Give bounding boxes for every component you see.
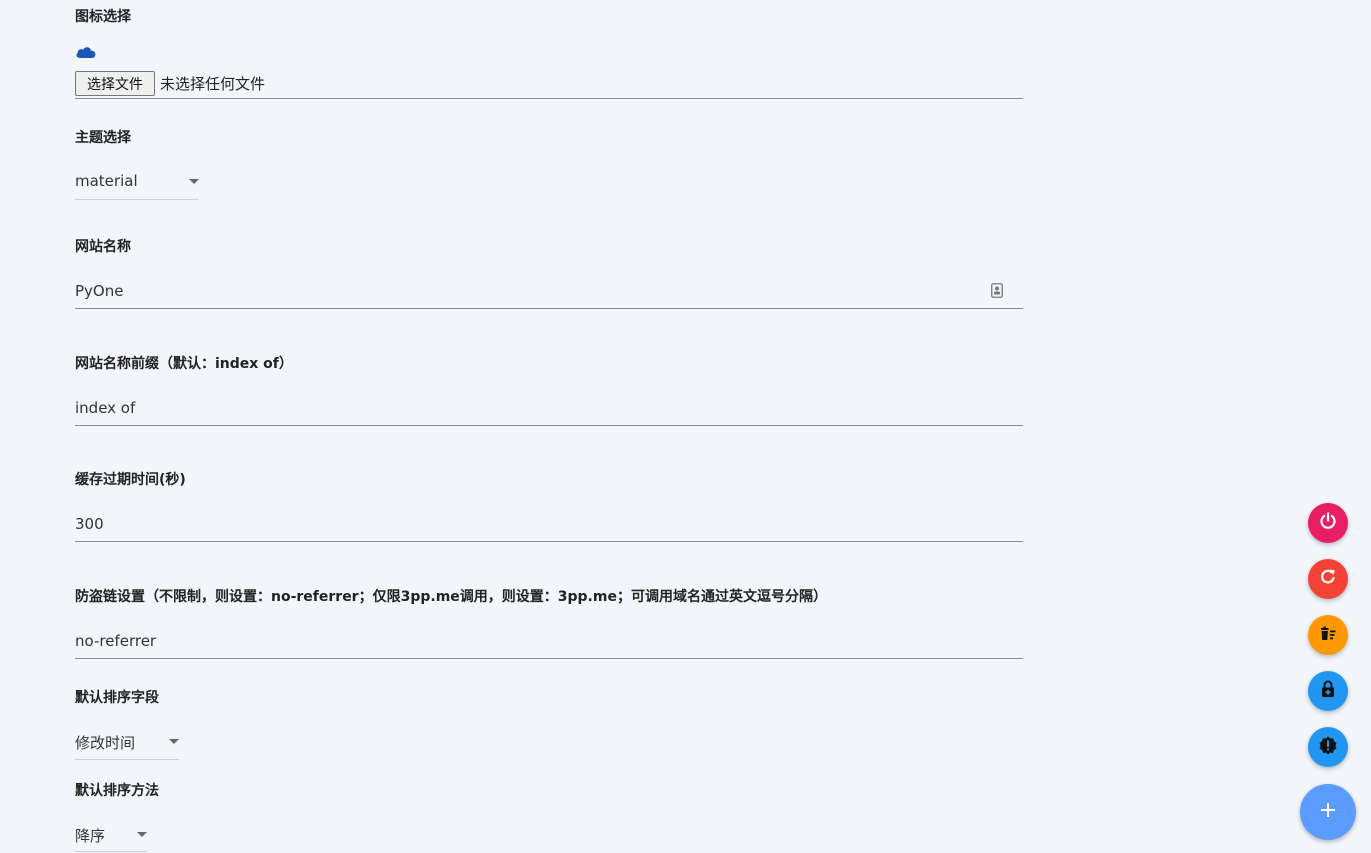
theme-select-underline: [75, 199, 199, 200]
power-button[interactable]: [1308, 503, 1348, 543]
sort-field-label: 默认排序字段: [75, 690, 159, 706]
add-button[interactable]: [1300, 784, 1356, 840]
chevron-down-icon: [137, 832, 147, 837]
file-underline: [75, 98, 1023, 99]
alert-button[interactable]: [1308, 727, 1348, 767]
sort-field-select[interactable]: 修改时间: [75, 728, 179, 760]
lock-add-button[interactable]: [1308, 671, 1348, 711]
lock-add-icon: [1318, 679, 1338, 703]
sort-order-underline: [75, 851, 147, 852]
chevron-down-icon: [189, 179, 199, 184]
clear-cache-button[interactable]: [1308, 615, 1348, 655]
site-name-underline: [75, 308, 1023, 309]
title-prefix-input[interactable]: index of: [75, 399, 135, 417]
hotlink-underline: [75, 658, 1023, 659]
file-status-text: 未选择任何文件: [160, 75, 266, 93]
refresh-icon: [1318, 567, 1338, 591]
cache-expire-label: 缓存过期时间(秒): [75, 472, 186, 488]
theme-select[interactable]: material: [75, 168, 199, 200]
power-icon: [1318, 511, 1338, 535]
choose-file-button[interactable]: 选择文件: [75, 71, 155, 96]
plus-icon: [1319, 801, 1337, 823]
sort-field-underline: [75, 759, 179, 760]
contact-card-icon[interactable]: [991, 283, 1003, 298]
cloud-icon: [75, 44, 97, 60]
cache-expire-underline: [75, 541, 1023, 542]
icon-select-label: 图标选择: [75, 9, 131, 25]
hotlink-label: 防盗链设置（不限制，则设置：no-referrer；仅限3pp.me调用，则设置…: [75, 589, 827, 605]
theme-label: 主题选择: [75, 130, 131, 146]
title-prefix-label: 网站名称前缀（默认：index of）: [75, 356, 293, 372]
cache-expire-input[interactable]: 300: [75, 515, 104, 533]
site-name-label: 网站名称: [75, 239, 131, 255]
sort-order-select-value: 降序: [75, 827, 106, 845]
sort-order-select[interactable]: 降序: [75, 821, 147, 853]
chevron-down-icon: [169, 739, 179, 744]
alert-badge-icon: [1318, 735, 1338, 759]
site-name-input[interactable]: PyOne: [75, 282, 123, 300]
refresh-button[interactable]: [1308, 559, 1348, 599]
settings-page: 图标选择 选择文件 未选择任何文件 主题选择 material 网站名称 PyO…: [0, 0, 1371, 853]
theme-select-value: material: [75, 172, 138, 190]
title-prefix-underline: [75, 425, 1023, 426]
clear-cache-icon: [1318, 623, 1338, 647]
sort-order-label: 默认排序方法: [75, 783, 159, 799]
hotlink-input[interactable]: no-referrer: [75, 632, 156, 650]
sort-field-select-value: 修改时间: [75, 734, 136, 752]
